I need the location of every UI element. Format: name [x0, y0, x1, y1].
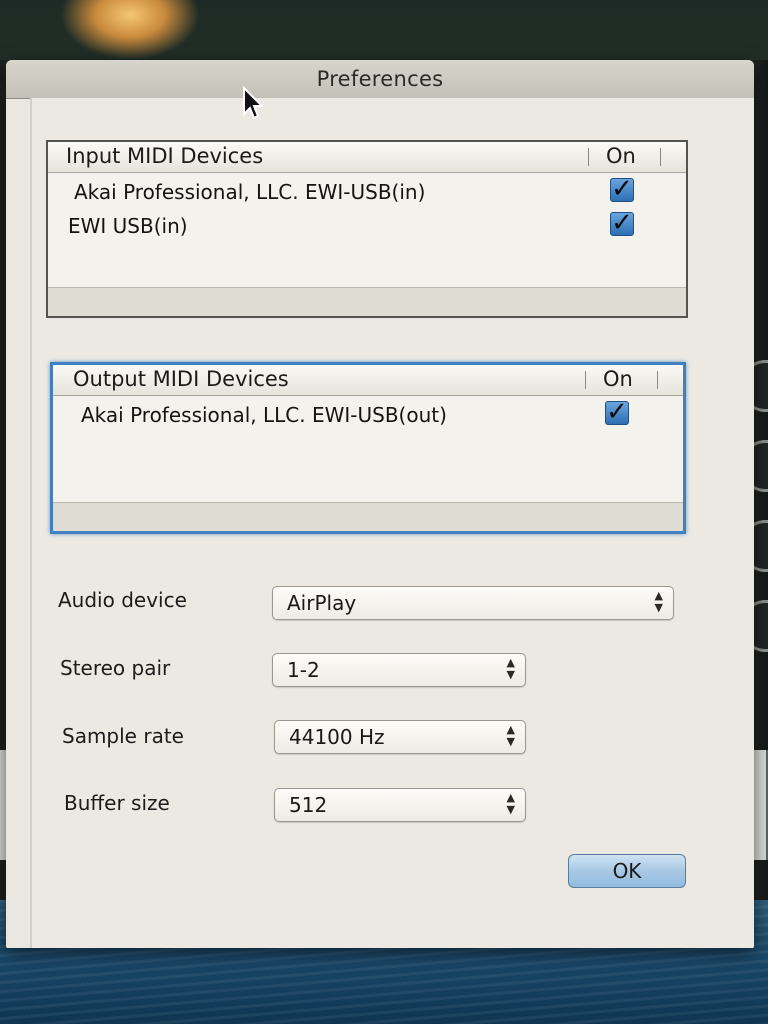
- list-row[interactable]: EWI USB(in) ✓: [48, 210, 686, 244]
- checkbox-checked-icon[interactable]: ✓: [610, 210, 634, 236]
- stereo-pair-label: Stereo pair: [60, 656, 171, 680]
- window-content: Input MIDI Devices On Akai Professional,…: [30, 98, 754, 948]
- column-header-on[interactable]: On: [603, 367, 633, 391]
- ok-button[interactable]: OK: [568, 854, 686, 888]
- list-scroll-area: [53, 502, 683, 531]
- mouse-pointer-icon: [243, 86, 265, 120]
- popup-value: 512: [289, 793, 328, 817]
- column-header-device[interactable]: Input MIDI Devices: [66, 144, 263, 168]
- updown-arrows-icon: ▲ ▼: [506, 723, 515, 748]
- updown-arrows-icon: ▲ ▼: [506, 656, 515, 681]
- popup-value: AirPlay: [287, 591, 357, 615]
- audio-device-label: Audio device: [58, 588, 187, 612]
- list-header: Output MIDI Devices On: [53, 365, 683, 396]
- column-separator: [657, 371, 658, 389]
- list-row[interactable]: Akai Professional, LLC. EWI-USB(in) ✓: [48, 176, 686, 210]
- column-header-device[interactable]: Output MIDI Devices: [73, 367, 289, 391]
- buffer-size-label: Buffer size: [64, 791, 170, 815]
- column-header-on[interactable]: On: [606, 144, 636, 168]
- popup-value: 44100 Hz: [289, 725, 385, 749]
- updown-arrows-icon: ▲ ▼: [506, 791, 515, 816]
- device-name: Akai Professional, LLC. EWI-USB(out): [81, 403, 447, 427]
- device-name: EWI USB(in): [68, 214, 188, 238]
- sample-rate-label: Sample rate: [62, 724, 184, 748]
- ok-button-label: OK: [612, 859, 642, 883]
- stereo-pair-popup[interactable]: 1-2 ▲ ▼: [272, 653, 526, 687]
- column-separator: [585, 371, 586, 389]
- output-midi-devices-list[interactable]: Output MIDI Devices On Akai Professional…: [50, 362, 686, 534]
- column-separator: [588, 148, 589, 166]
- buffer-size-popup[interactable]: 512 ▲ ▼: [274, 788, 526, 822]
- column-separator: [660, 148, 661, 166]
- device-name: Akai Professional, LLC. EWI-USB(in): [74, 180, 426, 204]
- list-row[interactable]: Akai Professional, LLC. EWI-USB(out) ✓: [53, 399, 683, 433]
- audio-device-popup[interactable]: AirPlay ▲ ▼: [272, 586, 674, 620]
- sample-rate-popup[interactable]: 44100 Hz ▲ ▼: [274, 720, 526, 754]
- updown-arrows-icon: ▲ ▼: [654, 589, 663, 614]
- list-header: Input MIDI Devices On: [48, 142, 686, 173]
- input-midi-devices-list[interactable]: Input MIDI Devices On Akai Professional,…: [46, 140, 688, 318]
- checkbox-checked-icon[interactable]: ✓: [605, 399, 629, 425]
- checkbox-checked-icon[interactable]: ✓: [610, 176, 634, 202]
- preferences-window: Preferences Input MIDI Devices On Akai P…: [6, 60, 754, 948]
- window-titlebar[interactable]: Preferences: [6, 60, 754, 99]
- list-scroll-area: [48, 287, 686, 316]
- popup-value: 1-2: [287, 658, 320, 682]
- window-title: Preferences: [316, 67, 444, 91]
